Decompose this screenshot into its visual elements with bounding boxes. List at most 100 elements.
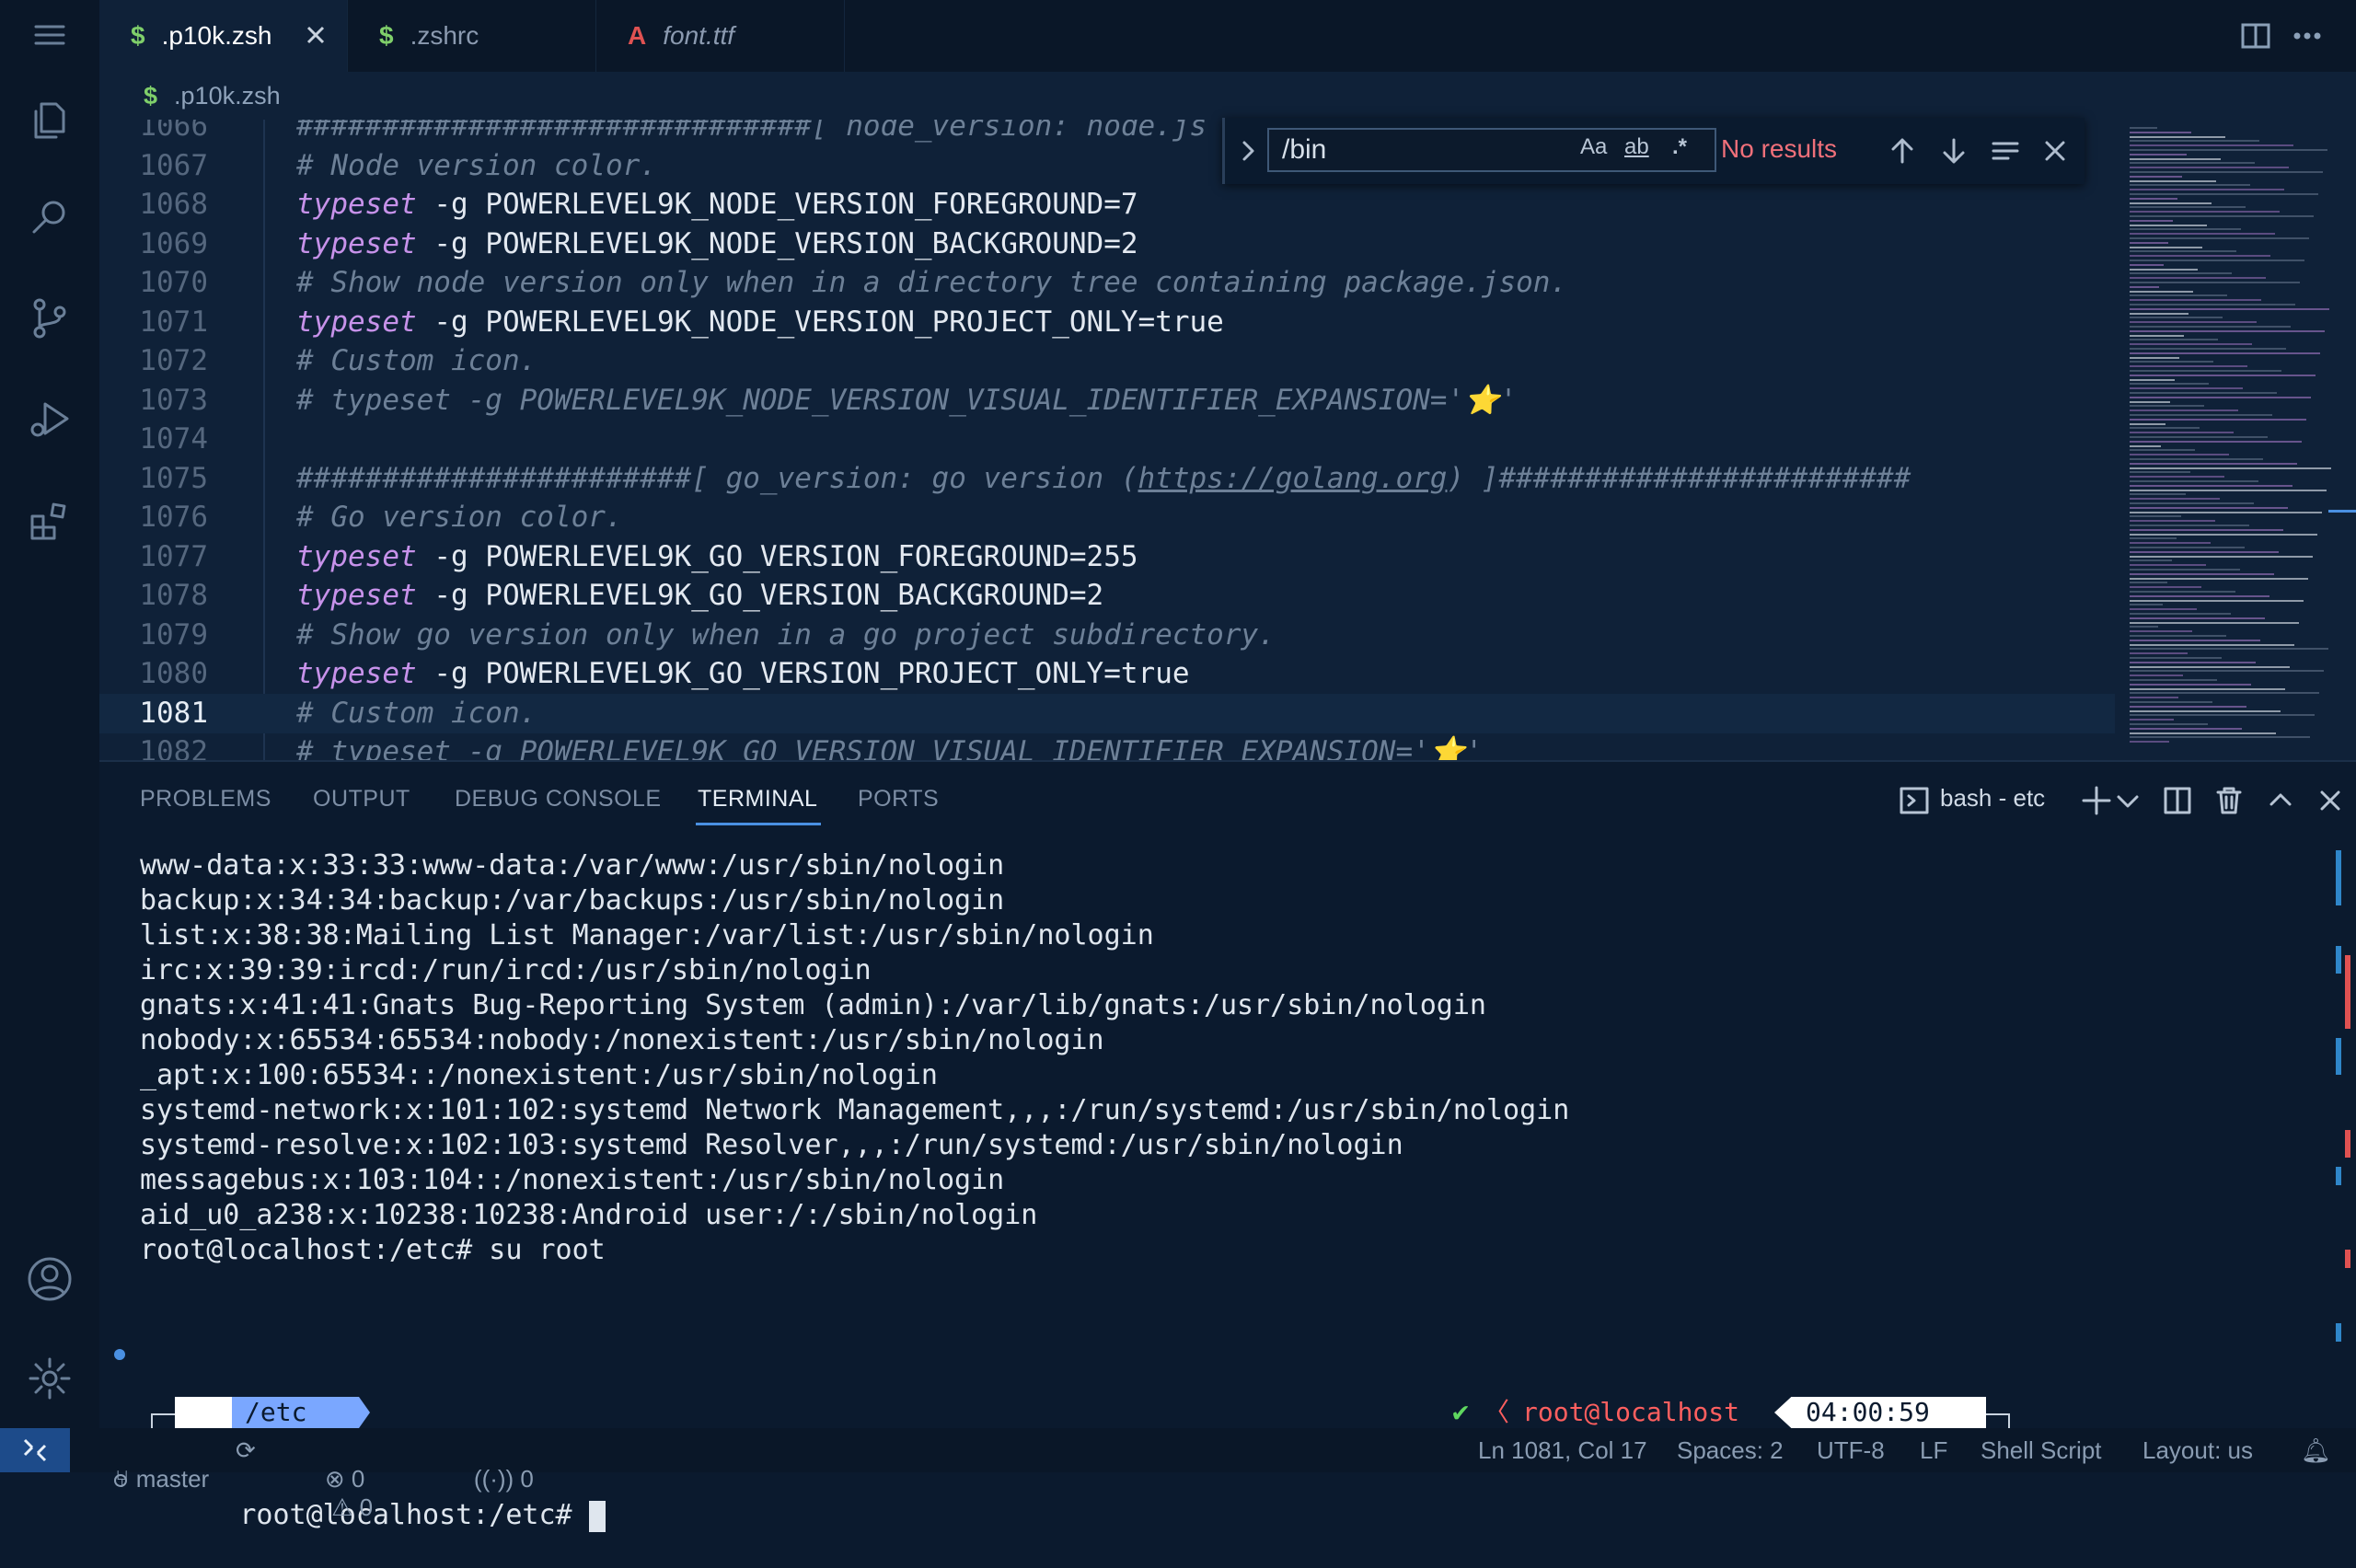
language-mode[interactable]: Shell Script <box>1981 1436 2102 1465</box>
code-line[interactable]: 1079 # Show go version only when in a go … <box>99 616 2115 655</box>
minimap-line <box>2130 462 2297 465</box>
code-line[interactable]: 1075 #######################[ go_version:… <box>99 459 2115 499</box>
terminal-name[interactable]: bash - etc <box>1940 784 2045 813</box>
account-icon[interactable] <box>22 1251 77 1307</box>
problems-indicator[interactable]: ⊗ 0 ⚠ 0 <box>298 1436 373 1551</box>
code-line[interactable]: 1077 typeset -g POWERLEVEL9K_GO_VERSION_F… <box>99 537 2115 577</box>
minimap-line <box>2130 594 2269 597</box>
minimap-line <box>2130 657 2222 659</box>
minimap-line <box>2130 493 2186 496</box>
end-of-line[interactable]: LF <box>1920 1436 1947 1465</box>
settings-gear-icon[interactable] <box>22 1351 77 1406</box>
link-token[interactable]: https://golang.org <box>1138 462 1448 495</box>
bell-icon[interactable]: 🔔︎ <box>2301 1436 2331 1465</box>
tab-output[interactable]: OUTPUT <box>313 786 410 813</box>
branch-indicator[interactable]: ⑂ master <box>88 1436 209 1522</box>
cursor-position[interactable]: Ln 1081, Col 17 <box>1478 1436 1647 1465</box>
minimap-line <box>2130 387 2243 390</box>
close-icon[interactable] <box>2038 134 2072 167</box>
minimap-line <box>2130 476 2224 478</box>
code-line[interactable]: 1068 typeset -g POWERLEVEL9K_NODE_VERSION… <box>99 185 2115 225</box>
minimap-line <box>2130 621 2299 624</box>
tab-problems[interactable]: PROBLEMS <box>140 786 271 813</box>
command-decoration-dot[interactable] <box>114 1349 125 1360</box>
minimap-line <box>2130 167 2289 169</box>
prompt-text: root@localhost:/etc# <box>239 1499 589 1531</box>
code-line[interactable]: 1078 typeset -g POWERLEVEL9K_GO_VERSION_B… <box>99 576 2115 616</box>
terminal[interactable]: www-data:x:33:33:www-data:/var/www:/usr/… <box>99 848 2308 1532</box>
minimap-line <box>2130 135 2225 138</box>
minimap-line <box>2130 263 2164 266</box>
match-whole-word-icon[interactable]: ab <box>1624 134 1649 160</box>
breadcrumb-item-file[interactable]: .p10k.zsh <box>174 82 281 110</box>
more-actions-icon[interactable] <box>2290 18 2325 53</box>
code-line[interactable]: 1074 <box>99 420 2115 459</box>
code-line[interactable]: 1082 # typeset -g POWERLEVEL9K_GO_VERSION… <box>99 732 2115 760</box>
status-ok-icon: ✔ <box>1452 1396 1470 1428</box>
minimap[interactable] <box>2115 120 2356 760</box>
new-terminal-plus-icon[interactable] <box>2080 784 2113 817</box>
comment-token: # typeset -g POWERLEVEL9K_NODE_VERSION_V… <box>296 383 1518 417</box>
tab-ports[interactable]: PORTS <box>858 786 939 813</box>
minimap-line <box>2130 321 2257 324</box>
maximize-panel-chevron-up-icon[interactable] <box>2264 784 2297 817</box>
tab-font-ttf[interactable]: A font.ttf <box>596 0 845 72</box>
source-control-icon[interactable] <box>22 291 77 346</box>
code-line[interactable]: 1071 typeset -g POWERLEVEL9K_NODE_VERSION… <box>99 303 2115 342</box>
code-line[interactable]: 1076 # Go version color. <box>99 498 2115 537</box>
minimap-line <box>2130 692 2319 695</box>
code-line[interactable]: 1081 # Custom icon. <box>99 693 2115 733</box>
split-editor-icon[interactable] <box>2238 18 2273 53</box>
tab-terminal[interactable]: TERMINAL <box>698 786 817 813</box>
minimap-line <box>2130 356 2179 359</box>
line-number: 1080 <box>139 657 208 690</box>
code-line[interactable]: 1070 # Show node version only when in a d… <box>99 263 2115 303</box>
minimap-line <box>2130 329 2325 332</box>
minimap-line <box>2130 705 2246 708</box>
remote-indicator[interactable] <box>0 1428 70 1472</box>
sync-icon[interactable]: ⟳ <box>236 1436 256 1465</box>
explorer-icon[interactable] <box>22 92 77 147</box>
trash-icon[interactable] <box>2212 784 2246 817</box>
minimap-viewport-indicator[interactable] <box>2328 510 2356 513</box>
text-token: -g POWERLEVEL9K_GO_VERSION_FOREGROUND=25… <box>416 539 1138 573</box>
scroll-marker <box>2345 1130 2350 1158</box>
previous-match-arrow-up-icon[interactable] <box>1886 134 1919 167</box>
search-icon[interactable] <box>22 190 77 245</box>
code-line[interactable]: 1072 # Custom icon. <box>99 341 2115 381</box>
code-line[interactable]: 1069 typeset -g POWERLEVEL9K_NODE_VERSION… <box>99 225 2115 264</box>
find-input[interactable]: /bin <box>1267 128 1716 172</box>
code-line[interactable]: 1080 typeset -g POWERLEVEL9K_GO_VERSION_P… <box>99 654 2115 694</box>
run-debug-icon[interactable] <box>22 392 77 447</box>
chevron-down-icon[interactable] <box>2111 784 2139 817</box>
code-line[interactable]: 1073 # typeset -g POWERLEVEL9K_NODE_VERSI… <box>99 381 2115 421</box>
match-case-icon[interactable]: Aa <box>1580 134 1607 160</box>
minimap-line <box>2130 626 2158 628</box>
line-number: 1079 <box>139 617 208 651</box>
tab-p10k-zsh[interactable]: $ .p10k.zsh <box>99 0 348 72</box>
toggle-replace-chevron-icon[interactable] <box>1232 134 1265 167</box>
split-terminal-icon[interactable] <box>2161 784 2194 817</box>
minimap-line <box>2130 613 2231 615</box>
minimap-line <box>2130 392 2277 394</box>
tab-debug-console[interactable]: DEBUG CONSOLE <box>455 786 662 813</box>
menu-icon[interactable] <box>22 7 77 63</box>
minimap-line <box>2130 727 2242 730</box>
ports-indicator[interactable]: ((·)) 0 <box>447 1436 534 1522</box>
close-icon[interactable] <box>299 18 332 52</box>
encoding[interactable]: UTF-8 <box>1817 1436 1885 1465</box>
keyboard-layout[interactable]: Layout: us <box>2142 1436 2253 1465</box>
terminal-line: backup:x:34:34:backup:/var/backups:/usr/… <box>140 884 1005 917</box>
minimap-line <box>2130 436 2268 438</box>
extensions-icon[interactable] <box>22 493 77 548</box>
next-match-arrow-down-icon[interactable] <box>1937 134 1970 167</box>
shell-file-icon: $ <box>131 21 145 50</box>
scroll-marker <box>2336 946 2341 974</box>
terminal-shell-icon <box>1898 784 1931 817</box>
close-icon[interactable] <box>2314 784 2347 817</box>
code-editor[interactable]: 1066 ##############################[ node… <box>99 120 2115 760</box>
tab-zshrc[interactable]: $ .zshrc <box>348 0 596 72</box>
find-in-selection-icon[interactable] <box>1989 134 2022 167</box>
use-regex-icon[interactable]: .* <box>1672 134 1687 160</box>
indentation[interactable]: Spaces: 2 <box>1677 1436 1784 1465</box>
